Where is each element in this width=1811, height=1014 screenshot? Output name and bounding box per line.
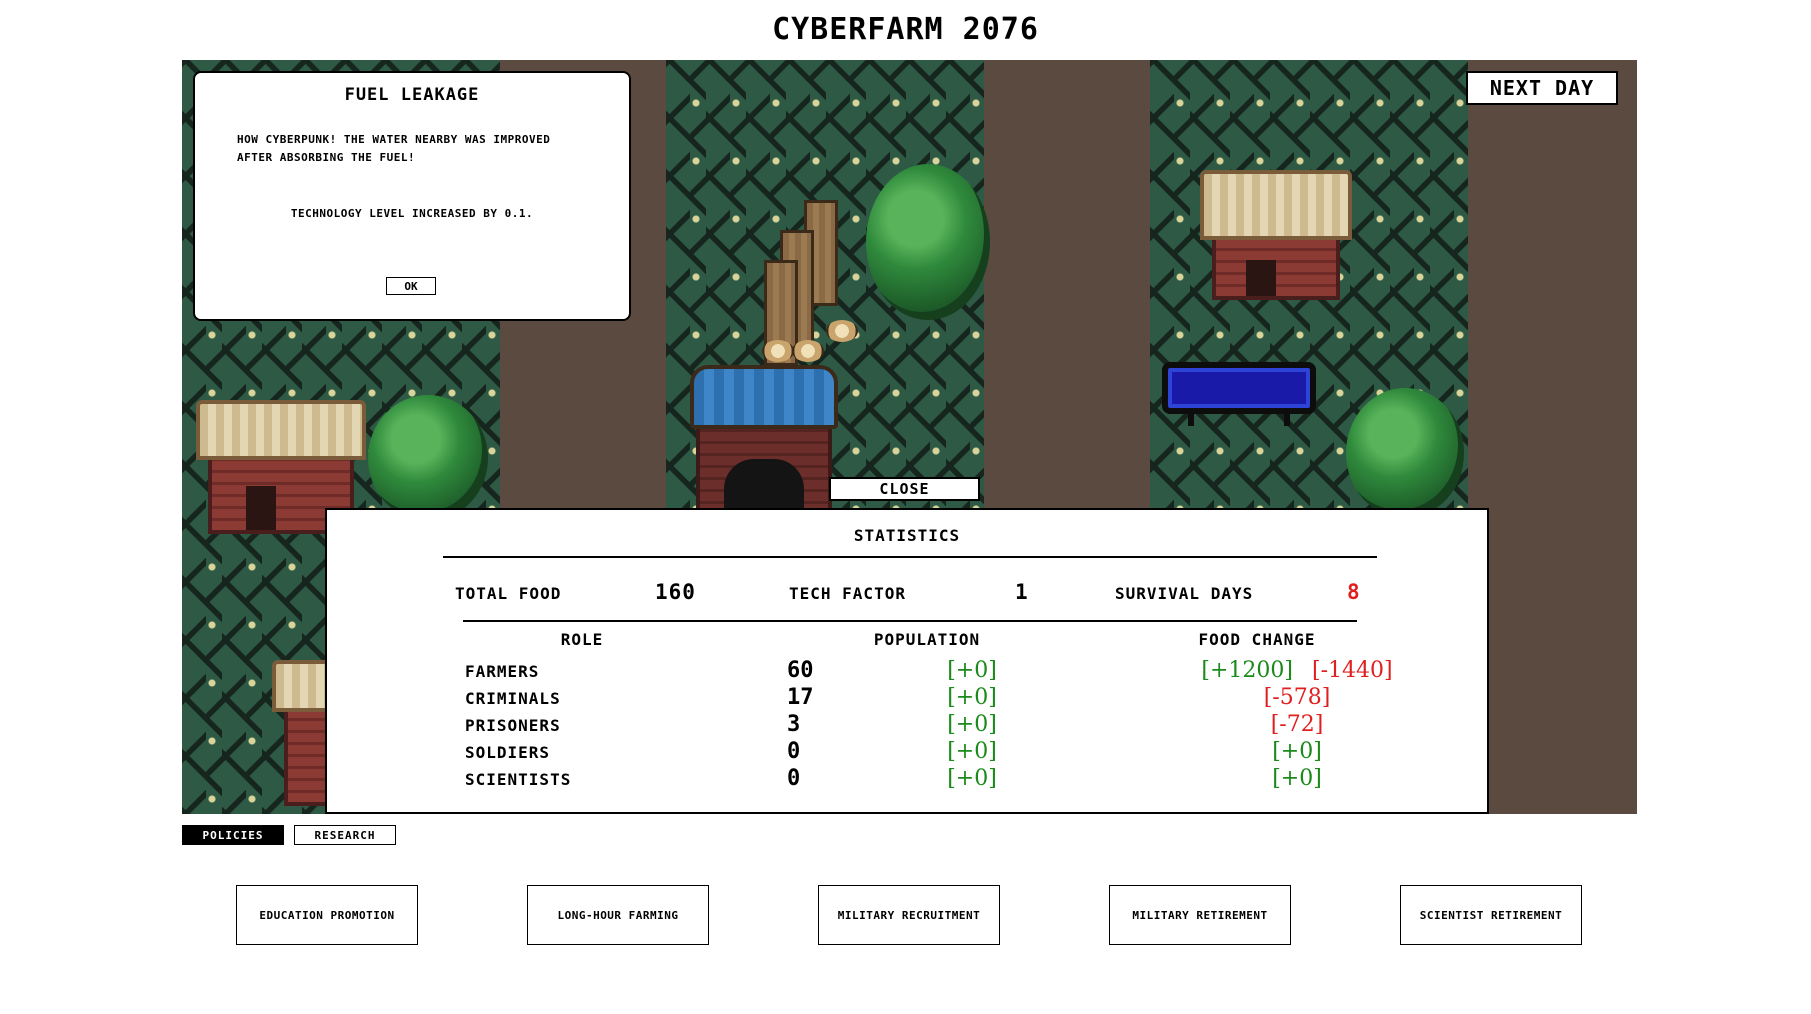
- statistics-title: STATISTICS: [853, 526, 961, 545]
- tree-bush: [1346, 388, 1464, 518]
- ok-button[interactable]: OK: [386, 277, 436, 295]
- cabin-building[interactable]: [1200, 170, 1352, 300]
- role-name: FARMERS: [465, 662, 540, 681]
- blue-tech-pad[interactable]: [1162, 362, 1316, 426]
- total-food-value: 160: [655, 580, 696, 604]
- tech-factor-value: 1: [1015, 580, 1029, 604]
- food-loss: [-1440]: [1312, 658, 1393, 683]
- event-result: TECHNOLOGY LEVEL INCREASED BY 0.1.: [290, 207, 534, 220]
- total-food-label: TOTAL FOOD: [455, 584, 562, 603]
- event-title: FUEL LEAKAGE: [344, 85, 480, 105]
- event-message: HOW CYBERPUNK! THE WATER NEARBY WAS IMPR…: [237, 133, 551, 164]
- population-change: [+0]: [947, 658, 997, 683]
- food-loss: [-578]: [1263, 685, 1331, 710]
- tree-bush: [368, 395, 488, 521]
- role-name: CRIMINALS: [465, 689, 561, 708]
- water-well-building[interactable]: [690, 365, 838, 517]
- tech-factor-label: TECH FACTOR: [789, 584, 906, 603]
- population-change: [+0]: [947, 739, 997, 764]
- education-promotion-button[interactable]: EDUCATION PROMOTION: [236, 885, 418, 945]
- tab-research[interactable]: RESEARCH: [294, 825, 396, 845]
- role-name: SOLDIERS: [465, 743, 551, 762]
- table-row: PRISONERS 3 [+0] [-72]: [327, 712, 1487, 741]
- next-day-button[interactable]: NEXT DAY: [1466, 71, 1618, 105]
- military-recruitment-button[interactable]: MILITARY RECRUITMENT: [818, 885, 1000, 945]
- event-dialog: FUEL LEAKAGE HOW CYBERPUNK! THE WATER NE…: [193, 71, 631, 321]
- population-value: 3: [787, 712, 801, 737]
- food-gain: [+0]: [1272, 766, 1322, 791]
- population-change: [+0]: [947, 766, 997, 791]
- role-name: PRISONERS: [465, 716, 561, 735]
- table-row: SOLDIERS 0 [+0] [+0]: [327, 739, 1487, 768]
- table-row: SCIENTISTS 0 [+0] [+0]: [327, 766, 1487, 795]
- population-change: [+0]: [947, 685, 997, 710]
- survival-days-label: SURVIVAL DAYS: [1115, 584, 1254, 603]
- role-header: ROLE: [560, 630, 604, 649]
- scientist-retirement-button[interactable]: SCIENTIST RETIREMENT: [1400, 885, 1582, 945]
- population-header: POPULATION: [873, 630, 981, 649]
- tree-bush: [866, 164, 990, 320]
- divider: [443, 556, 1377, 558]
- military-retirement-button[interactable]: MILITARY RETIREMENT: [1109, 885, 1291, 945]
- long-hour-farming-button[interactable]: LONG-HOUR FARMING: [527, 885, 709, 945]
- population-value: 60: [787, 658, 814, 683]
- population-value: 0: [787, 739, 801, 764]
- population-value: 17: [787, 685, 814, 710]
- survival-days-value: 8: [1347, 580, 1361, 604]
- statistics-panel: STATISTICS TOTAL FOOD 160 TECH FACTOR 1 …: [325, 508, 1489, 814]
- food-gain: [+1200]: [1201, 658, 1293, 683]
- tab-policies[interactable]: POLICIES: [182, 825, 284, 845]
- population-change: [+0]: [947, 712, 997, 737]
- food-loss: [-72]: [1270, 712, 1324, 737]
- food-gain: [+0]: [1272, 739, 1322, 764]
- divider: [463, 620, 1357, 622]
- table-row: CRIMINALS 17 [+0] [-578]: [327, 685, 1487, 714]
- population-value: 0: [787, 766, 801, 791]
- table-row: FARMERS 60 [+0] [+1200] [-1440]: [327, 658, 1487, 687]
- log-pile[interactable]: [762, 200, 872, 366]
- role-name: SCIENTISTS: [465, 770, 572, 789]
- game-title: CYBERFARM 2076: [772, 12, 1039, 47]
- close-statistics-button[interactable]: CLOSE: [829, 477, 980, 501]
- food-change-header: FOOD CHANGE: [1198, 630, 1316, 649]
